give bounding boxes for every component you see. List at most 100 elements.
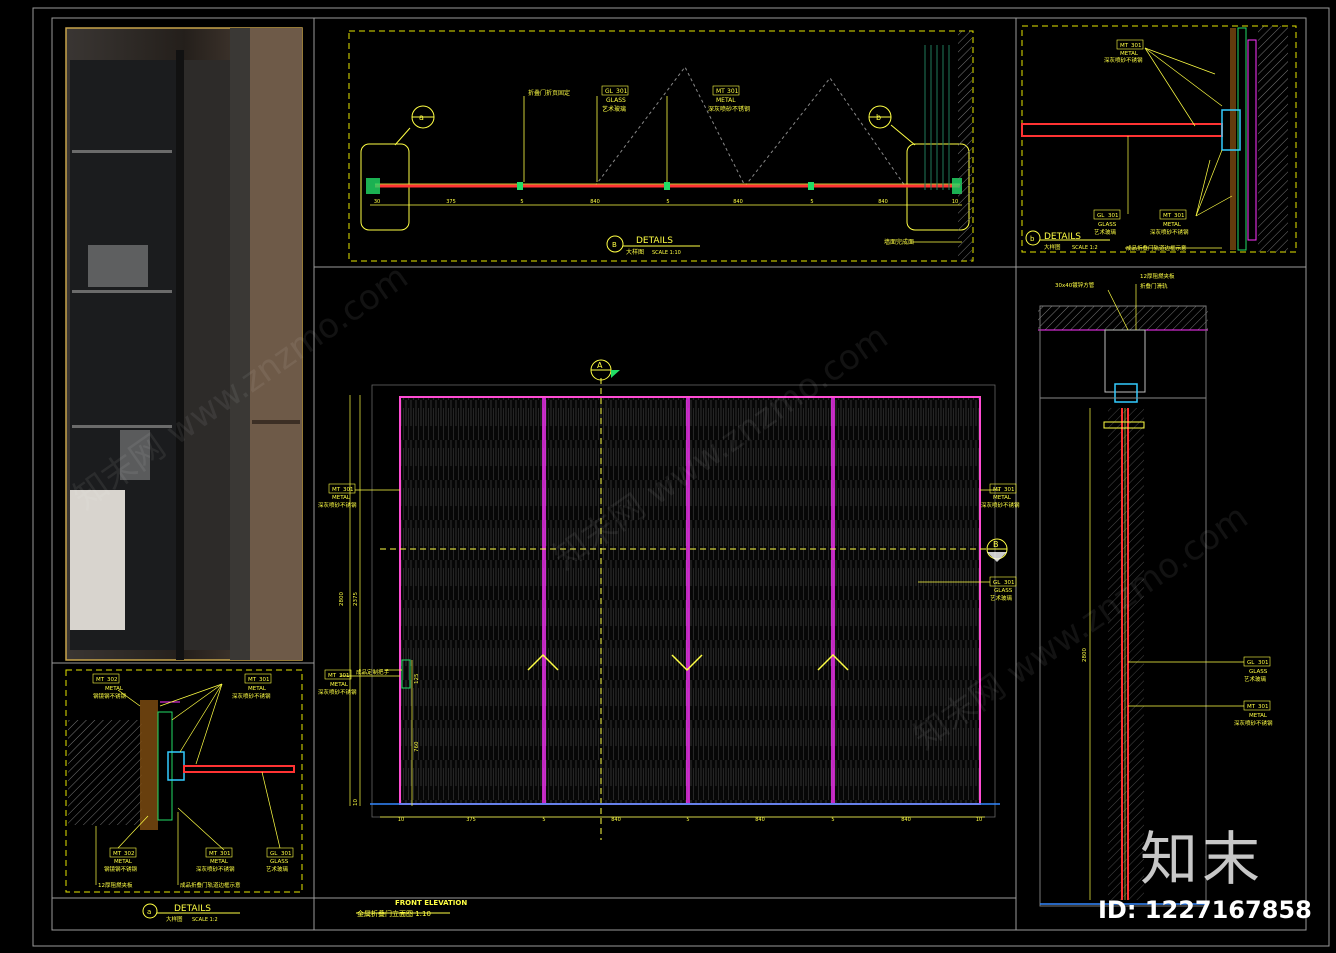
- elev-title-en: FRONT ELEVATION: [395, 899, 467, 907]
- plan-detail: [348, 30, 974, 262]
- title-mark: B: [612, 241, 617, 249]
- gl-cn: 艺术玻璃: [602, 105, 626, 113]
- elev-gl-en: GLASS: [994, 588, 1013, 594]
- gl-en: GLASS: [606, 97, 626, 104]
- elevation-dimension-label: 5: [831, 817, 834, 823]
- elev-mt-right-en: METAL: [993, 495, 1012, 501]
- elevation-dimension-label: 5: [686, 817, 689, 823]
- elev-mt-right-cn: 深灰喷砂不锈钢: [981, 501, 1020, 509]
- sec-mt-num: 301: [1258, 704, 1269, 710]
- elev-mt-right-code: MT: [993, 487, 1002, 493]
- a-mt301b-code: MT: [209, 851, 218, 857]
- mt-en: METAL: [716, 97, 736, 104]
- a-title-mark: a: [147, 908, 151, 916]
- dim-total: 2800: [339, 592, 345, 606]
- sec-gl-num: 301: [1258, 660, 1269, 666]
- elev-mt-left-en: METAL: [332, 495, 351, 501]
- a-mt301-code: MT: [248, 677, 257, 683]
- elev-mt-low-num: 301: [339, 673, 350, 679]
- elev-mt-left-code: MT: [332, 487, 341, 493]
- title-en: DETAILS: [636, 236, 673, 246]
- detail-b: [1021, 25, 1297, 253]
- marker-b: B: [993, 540, 999, 549]
- a-mt302-cn: 钢镜钢不锈钢: [93, 692, 127, 700]
- a-mt302b-cn: 钢镜钢不锈钢: [104, 865, 138, 873]
- plan-dimension-label: 5: [810, 199, 813, 205]
- sec-mt-cn: 深灰喷砂不锈钢: [1234, 719, 1273, 727]
- a-mt302b-en: METAL: [114, 859, 133, 865]
- dim-b: 760: [414, 741, 420, 752]
- sec-gl-en: GLASS: [1249, 669, 1268, 675]
- elev-mt-left-cn: 深灰喷砂不锈钢: [318, 501, 357, 509]
- b-mt2-code: MT: [1163, 213, 1172, 219]
- b-gl-cn: 艺术玻璃: [1094, 228, 1117, 236]
- a-mt302-num: 302: [107, 677, 118, 683]
- b-scale: SCALE 1:2: [1072, 245, 1098, 251]
- b-title-cn: 大样图: [1044, 243, 1061, 251]
- scale: SCALE 1:10: [652, 250, 681, 256]
- elevation-dimensions: 10 375 5 840 5 840 5 840 10: [398, 817, 982, 823]
- b-note: 成品折叠门轨道边框示意: [1126, 244, 1187, 252]
- elev-gl-num: 301: [1004, 580, 1015, 586]
- a-title-en: DETAILS: [174, 904, 211, 914]
- a-mt302-code: MT: [96, 677, 105, 683]
- b-gl-en: GLASS: [1098, 222, 1117, 228]
- detail-a: [65, 669, 303, 919]
- plan-dimension-label: 375: [446, 199, 456, 205]
- a-scale: SCALE 1:2: [192, 917, 218, 923]
- dim-c: 10: [353, 799, 359, 806]
- brand-logo: 知末: [1140, 825, 1265, 893]
- b-gl-num: 301: [1108, 213, 1119, 219]
- interior-photo: [65, 27, 303, 661]
- sec-gl-code: GL: [1247, 660, 1255, 666]
- plan-dimension-label: 840: [590, 199, 600, 205]
- b-title-mark: b: [1030, 235, 1035, 243]
- sec-note3: 折叠门滑轨: [1140, 282, 1168, 290]
- vertical-section-labels: 12厚阻燃夹板 30x40镀锌方管 折叠门滑轨 GL 301 GLASS 艺术玻…: [1055, 272, 1273, 727]
- detail-b-labels: MT 301 METAL 深灰喷砂不锈钢 GL 301 GLASS 艺术玻璃 M…: [1030, 39, 1189, 252]
- elev-mt-low-cn: 深灰喷砂不锈钢: [318, 688, 357, 696]
- elevation-dimension-label: 10: [976, 817, 982, 823]
- b-mt2-cn: 深灰喷砂不锈钢: [1150, 228, 1189, 236]
- b-mt2-en: METAL: [1163, 222, 1182, 228]
- mt-num: 301: [727, 88, 739, 95]
- elevation-dimension-label: 840: [611, 817, 621, 823]
- b-mt-en: METAL: [1120, 51, 1139, 57]
- fold-note: 折叠门折页固定: [528, 89, 570, 97]
- a-gl-en: GLASS: [270, 859, 289, 865]
- sec-note1: 12厚阻燃夹板: [1140, 272, 1175, 280]
- a-mt301-num: 301: [259, 677, 270, 683]
- drawing-id: ID: 1227167858: [1098, 896, 1312, 924]
- plan-dimensions: 30 375 5 840 5 840 5 840 10: [374, 199, 958, 205]
- sec-mt-code: MT: [1247, 704, 1256, 710]
- elev-gl-cn: 艺术玻璃: [990, 594, 1013, 602]
- a-gl-num: 301: [281, 851, 292, 857]
- plan-dimension-label: 10: [952, 199, 958, 205]
- elevation-dimension-label: 840: [755, 817, 765, 823]
- sec-dim: 2800: [1082, 648, 1088, 662]
- a-mt301-cn: 深灰喷砂不锈钢: [232, 692, 271, 700]
- gl-num: 301: [616, 88, 628, 95]
- mt-code: MT: [716, 88, 725, 95]
- elevation-dimension-label: 5: [542, 817, 545, 823]
- b-mt-num: 301: [1131, 43, 1142, 49]
- elev-mt-low-en: METAL: [330, 682, 349, 688]
- elevation-dimension-label: 10: [398, 817, 404, 823]
- gl-code: GL: [605, 88, 614, 95]
- elev-mt-right-num: 301: [1004, 487, 1015, 493]
- b-mt-code: MT: [1120, 43, 1129, 49]
- sec-gl-cn: 艺术玻璃: [1244, 675, 1267, 683]
- elev-mt-left-num: 301: [343, 487, 354, 493]
- a-note2: 成品折叠门轨道边框示意: [180, 881, 241, 889]
- plan-detail-labels: a b 折叠门折页固定 GL 301 GLASS 艺术玻璃 MT 301 MET…: [419, 85, 914, 256]
- b-gl-code: GL: [1097, 213, 1105, 219]
- callout-a-label: a: [419, 113, 424, 122]
- a-mt302b-code: MT: [113, 851, 122, 857]
- plan-dimension-label: 5: [666, 199, 669, 205]
- cad-drawing-sheet: a b 折叠门折页固定 GL 301 GLASS 艺术玻璃 MT 301 MET…: [32, 7, 1330, 947]
- dim-upper: 2375: [353, 592, 359, 606]
- plan-dimension-label: 840: [878, 199, 888, 205]
- dim-a: 125: [414, 673, 420, 684]
- b-mt2-num: 301: [1174, 213, 1185, 219]
- elev-gl-code: GL: [993, 580, 1001, 586]
